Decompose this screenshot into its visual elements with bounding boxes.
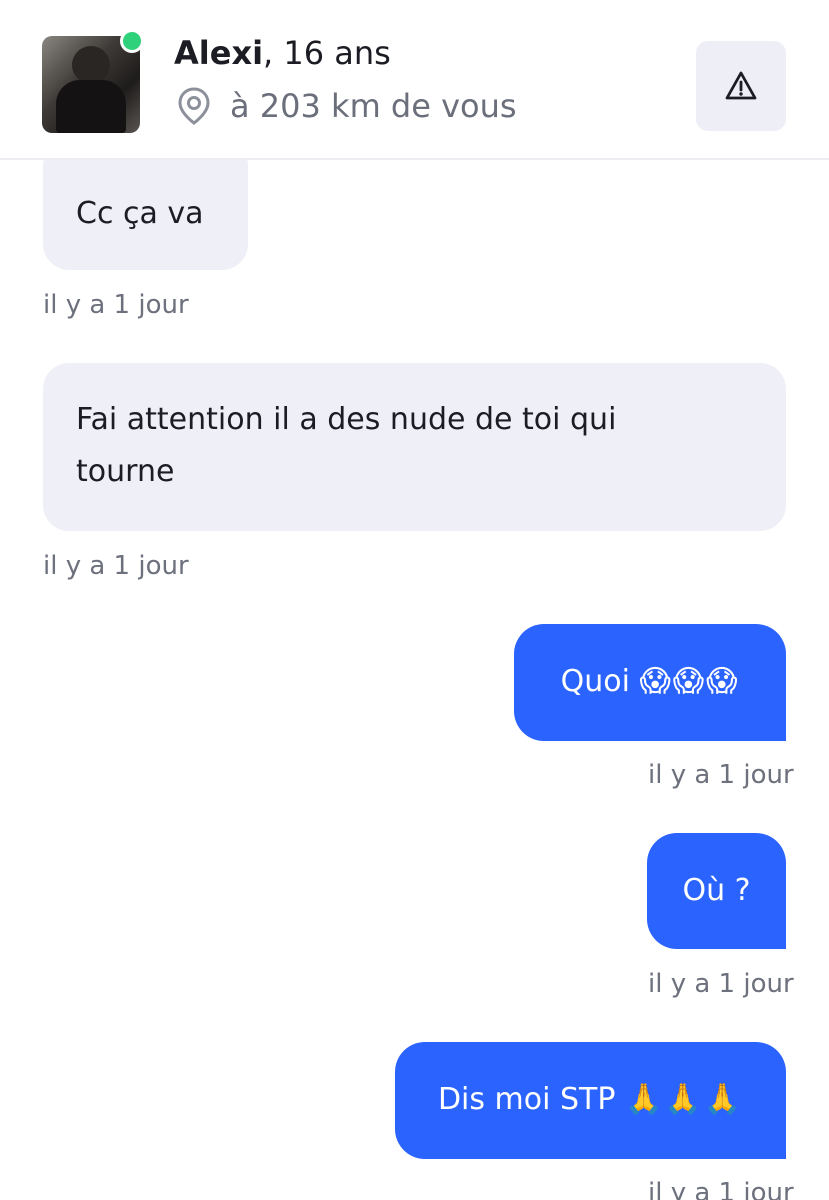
message-timestamp: il y a 1 jour [648, 1178, 794, 1200]
message-bubble-outgoing[interactable]: Dis moi STP 🙏🙏🙏 [395, 1042, 786, 1159]
message-text-line: tourne [76, 454, 175, 489]
message-text-line: Fai attention il a des nude de toi qui [76, 402, 617, 437]
message-emoji: 😱😱😱 [639, 664, 740, 699]
contact-name: Alexi [174, 34, 264, 72]
map-pin-icon [178, 87, 210, 125]
chat-header: Alexi, 16 ans à 203 km de vous [0, 0, 829, 160]
warning-triangle-icon [725, 71, 757, 100]
contact-name-age[interactable]: Alexi, 16 ans [174, 34, 391, 72]
message-timestamp: il y a 1 jour [648, 760, 794, 790]
message-text: Quoi [560, 664, 630, 699]
report-button[interactable] [696, 41, 786, 131]
avatar-photo-body [56, 80, 126, 133]
message-emoji: 🙏🙏🙏 [625, 1082, 744, 1117]
chat-screen: Alexi, 16 ans à 203 km de vous Cc ça va … [0, 0, 829, 1200]
message-timestamp: il y a 1 jour [648, 969, 794, 999]
location-text: à 203 km de vous [230, 87, 517, 125]
message-timestamp: il y a 1 jour [43, 551, 189, 581]
message-bubble-outgoing[interactable]: Où ? [647, 833, 786, 949]
contact-location: à 203 km de vous [176, 84, 517, 128]
message-timestamp: il y a 1 jour [43, 290, 189, 320]
message-text: Dis moi STP [437, 1082, 616, 1117]
message-text: Cc ça va [76, 196, 204, 231]
contact-age: , 16 ans [263, 34, 391, 72]
online-status-indicator [120, 29, 144, 53]
avatar-photo-head [72, 46, 110, 84]
message-bubble-incoming[interactable]: Fai attention il a des nude de toi qui t… [43, 363, 786, 531]
message-bubble-outgoing[interactable]: Quoi 😱😱😱 [514, 624, 786, 741]
message-text: Où ? [682, 873, 751, 908]
